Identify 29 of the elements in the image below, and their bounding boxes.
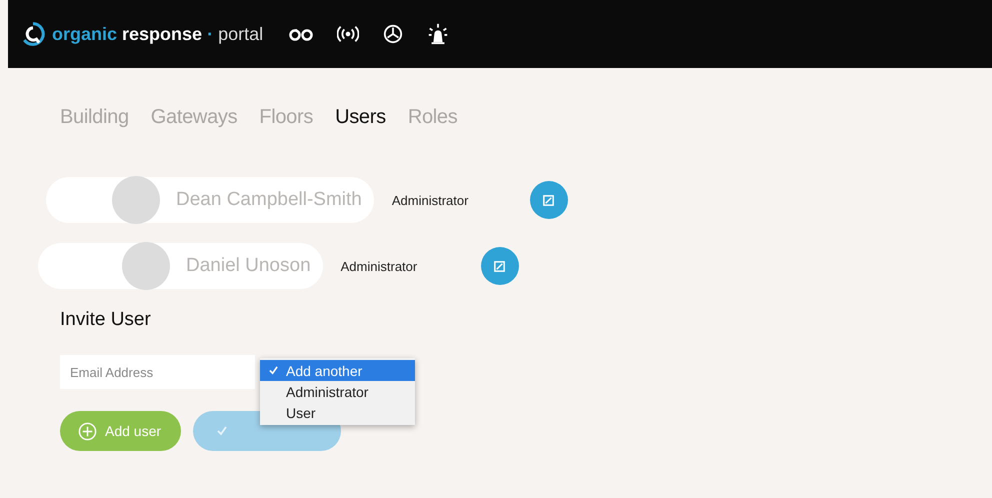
avatar-icon <box>112 176 160 224</box>
edit-button[interactable] <box>530 181 568 219</box>
user-name: Daniel Unoson <box>186 255 311 277</box>
edit-icon <box>493 260 506 272</box>
section-title: Invite User <box>60 309 152 331</box>
tab[interactable]: Gateways <box>150 106 238 129</box>
user-role: Administrator <box>392 192 470 208</box>
gauge-icon[interactable] <box>383 24 404 44</box>
edit-icon <box>542 194 556 206</box>
brand-name: organic response · portal <box>52 24 264 44</box>
tab[interactable]: Building <box>60 106 129 129</box>
user-name: Dean Campbell-Smith <box>176 189 362 211</box>
menu-option[interactable]: User <box>260 402 415 423</box>
tab[interactable]: Floors <box>259 106 314 129</box>
tab[interactable]: Roles <box>408 106 458 129</box>
plus-circle-icon <box>78 422 97 440</box>
email-field[interactable]: Email Address <box>60 355 255 389</box>
check-icon <box>268 366 278 375</box>
check-icon <box>217 426 228 436</box>
user-role: Administrator <box>340 258 418 274</box>
tab[interactable]: Users <box>335 106 386 129</box>
add-user-button[interactable]: Add user <box>60 411 182 451</box>
avatar-icon <box>122 242 170 290</box>
glasses-icon[interactable] <box>289 27 314 41</box>
signal-icon[interactable] <box>337 25 360 43</box>
alarm-light-icon[interactable] <box>427 23 450 45</box>
edit-button[interactable] <box>480 247 519 285</box>
menu-option[interactable]: Administrator <box>260 381 415 402</box>
menu-option[interactable]: Add another <box>260 360 415 381</box>
